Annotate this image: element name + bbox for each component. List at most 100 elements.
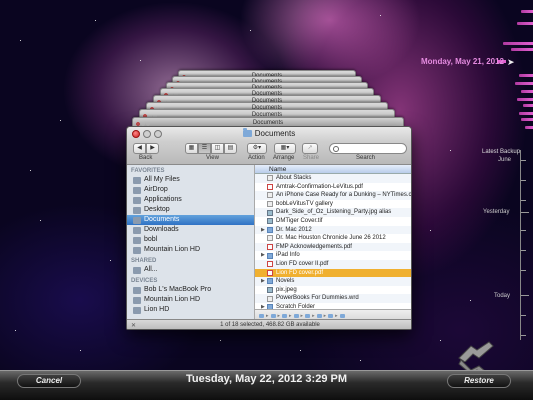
file-name: Lion FD cover II.pdf <box>276 260 329 267</box>
sidebar-item-label: bobl <box>144 236 158 243</box>
view-group: ▦ ☰ ◫ ▤ <box>185 143 237 154</box>
sidebar-item[interactable]: Desktop <box>127 205 254 215</box>
timeline-ruler[interactable] <box>520 150 533 340</box>
sidebar-item-label: Lion HD <box>144 306 170 313</box>
file-name: Amtrak-Confirmation-LeVitus.pdf <box>276 183 363 190</box>
column-view-button[interactable]: ◫ <box>211 143 224 154</box>
sidebar-item[interactable]: Lion HD <box>127 305 254 315</box>
restore-button[interactable]: Restore <box>447 374 511 388</box>
file-row[interactable]: Amtrak-Confirmation-LeVitus.pdf <box>255 183 411 192</box>
sidebar-item[interactable]: All My Files <box>127 175 254 185</box>
img-icon <box>267 209 273 216</box>
sidebar-item-label: All My Files <box>144 176 180 183</box>
file-name: Dr. Mac Houston Chronicle June 26 2012 <box>276 235 386 242</box>
sidebar-item-label: Mountain Lion HD <box>144 246 201 253</box>
folder-icon[interactable] <box>282 313 288 318</box>
back-button[interactable]: ◀ <box>133 143 146 154</box>
action-button[interactable]: ⚙▾ <box>247 143 267 154</box>
file-row[interactable]: PowerBooks For Dummies.wrd <box>255 294 411 303</box>
file-name: PowerBooks For Dummies.wrd <box>276 295 359 302</box>
file-name: An iPhone Case Ready for a Dunking – NYT… <box>276 192 412 199</box>
window-controls <box>132 130 162 138</box>
minimize-button[interactable] <box>143 130 151 138</box>
latest-backup-label: Latest Backup <box>482 149 521 155</box>
file-list[interactable]: Name About Stacks Amtrak-Confirmation-LeV… <box>255 165 412 309</box>
arrange-button[interactable]: ▦▾ <box>274 143 296 154</box>
sidebar-item[interactable]: Mountain Lion HD <box>127 245 254 255</box>
name-column-header[interactable]: Name <box>255 165 411 174</box>
folder-icon[interactable] <box>293 313 299 318</box>
folder-icon[interactable] <box>339 313 345 318</box>
file-icon <box>267 192 273 199</box>
sidebar-item-label: Downloads <box>144 226 179 233</box>
devices-header: DEVICES <box>131 278 158 284</box>
zoom-button[interactable] <box>154 130 162 138</box>
arrange-group: ▦▾ <box>274 143 296 154</box>
sidebar-item[interactable]: Downloads <box>127 225 254 235</box>
cover-flow-button[interactable]: ▤ <box>224 143 237 154</box>
search-label: Search <box>356 155 376 161</box>
folder-icon[interactable] <box>305 313 311 318</box>
pdf-icon <box>267 269 273 276</box>
file-name: FMP Acknowledgements.pdf <box>276 243 352 250</box>
img-icon <box>267 287 273 294</box>
file-row[interactable]: ▶ iPad Info <box>255 251 411 260</box>
sidebar-item[interactable]: Bob L's MacBook Pro <box>127 285 254 295</box>
desktop-icon <box>133 206 141 214</box>
file-name: Dr. Mac 2012 <box>276 226 312 233</box>
all-files-icon <box>133 176 141 184</box>
file-row[interactable]: Dark_Side_of_Oz_Listening_Party.jpg alia… <box>255 208 411 217</box>
sidebar-item[interactable]: Documents <box>127 215 254 225</box>
folder-icon[interactable] <box>316 313 322 318</box>
file-name: Lion FD cover.pdf <box>276 269 324 276</box>
network-icon <box>133 266 141 274</box>
file-row[interactable]: bobLeVitusTV gallery <box>255 200 411 209</box>
file-name: DMTiger Cover.tif <box>276 217 323 224</box>
sidebar-item[interactable]: AirDrop <box>127 185 254 195</box>
timeline-june[interactable]: June <box>498 157 511 163</box>
sidebar-item[interactable]: Mountain Lion HD <box>127 295 254 305</box>
folder-icon[interactable] <box>259 313 264 318</box>
action-group: ⚙▾ <box>247 143 267 154</box>
file-row[interactable]: pix.jpeg <box>255 286 411 295</box>
sidebar-item[interactable]: bobl <box>127 235 254 245</box>
timeline-today[interactable]: Today <box>494 293 510 299</box>
arrange-label: Arrange <box>273 155 295 161</box>
file-row[interactable]: ▶ Novels <box>255 277 411 286</box>
title-bar[interactable]: Documents <box>127 127 411 141</box>
sidebar-item-label: All... <box>144 266 158 273</box>
list-view-button[interactable]: ☰ <box>198 143 211 154</box>
file-row[interactable]: ▶ Dr. Mac 2012 <box>255 225 411 235</box>
file-row[interactable]: Lion FD cover II.pdf <box>255 259 411 269</box>
sidebar-item-label: AirDrop <box>144 186 168 193</box>
file-icon <box>267 201 273 208</box>
share-button[interactable]: ↗ <box>302 143 318 154</box>
mouse-pointer-icon: ➤ <box>507 57 515 67</box>
resize-icon[interactable]: ✕ <box>131 321 136 329</box>
finder-window[interactable]: Documents ◀ ▶ Back ▦ ☰ ◫ ▤ View ⚙▾ Actio… <box>126 126 412 330</box>
timeline-date-label: Monday, May 21, 2012 <box>421 57 504 66</box>
timeline-yesterday[interactable]: Yesterday <box>483 209 509 215</box>
favorites-header: FAVORITES <box>131 168 165 174</box>
file-row[interactable]: DMTiger Cover.tif <box>255 217 411 226</box>
close-button[interactable] <box>132 130 140 138</box>
file-row[interactable]: Lion FD cover.pdf <box>255 268 411 278</box>
folder-icon <box>267 226 273 233</box>
search-field[interactable] <box>329 143 407 154</box>
documents-icon <box>133 216 141 224</box>
file-row[interactable]: Dr. Mac Houston Chronicle June 26 2012 <box>255 234 411 243</box>
icon-view-button[interactable]: ▦ <box>185 143 198 154</box>
sidebar-item-label: Documents <box>144 216 180 223</box>
folder-icon[interactable] <box>270 313 276 318</box>
file-row[interactable]: FMP Acknowledgements.pdf <box>255 242 411 252</box>
folder-icon[interactable] <box>328 313 334 318</box>
file-row[interactable]: An iPhone Case Ready for a Dunking – NYT… <box>255 191 412 200</box>
sidebar-item[interactable]: All... <box>127 265 254 275</box>
disk-icon <box>133 306 141 314</box>
shared-header: SHARED <box>131 258 157 264</box>
file-row[interactable]: About Stacks <box>255 174 411 183</box>
forward-button[interactable]: ▶ <box>146 143 159 154</box>
home-icon <box>133 236 141 244</box>
share-group: ↗ <box>302 143 318 154</box>
sidebar-item[interactable]: Applications <box>127 195 254 205</box>
